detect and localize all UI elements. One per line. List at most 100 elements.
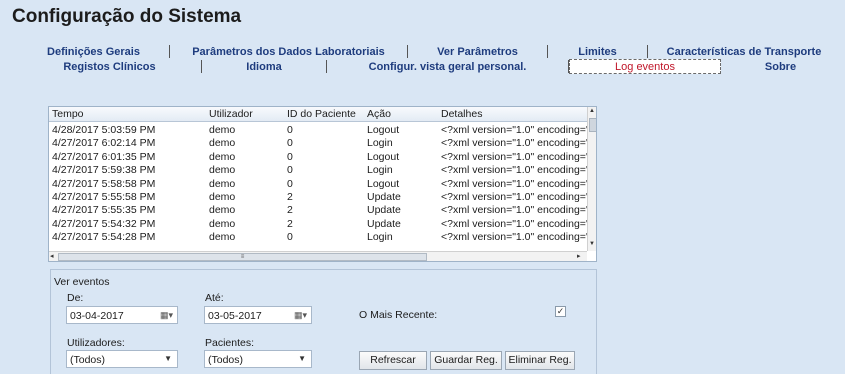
cell-tempo: 4/27/2017 6:02:14 PM bbox=[52, 137, 156, 150]
most-recent-checkbox[interactable]: ✓ bbox=[555, 306, 566, 317]
table-row[interactable]: 4/27/2017 5:55:58 PM demo 2 Update <?xml ver… bbox=[49, 190, 588, 203]
cell-id-paciente: 2 bbox=[287, 217, 293, 230]
cell-detalhes: <?xml version="1.0" encoding=' bbox=[441, 124, 588, 136]
page-title: Configuração do Sistema bbox=[12, 6, 242, 27]
tab-row-2: Registos Clínicos Idioma Configur. vista… bbox=[18, 59, 840, 74]
column-header-id-paciente[interactable]: ID do Paciente bbox=[287, 108, 362, 120]
table-row[interactable]: 4/27/2017 5:59:38 PM demo 0 Login <?xml vers… bbox=[49, 163, 588, 177]
cell-tempo: 4/27/2017 5:58:58 PM bbox=[52, 177, 156, 190]
users-label: Utilizadores: bbox=[67, 337, 125, 349]
patients-label: Pacientes: bbox=[205, 337, 255, 349]
grid-header: Tempo Utilizador ID do Paciente Ação Det… bbox=[49, 107, 587, 122]
cell-acao: Login bbox=[367, 231, 393, 244]
cell-tempo: 4/28/2017 5:03:59 PM bbox=[52, 124, 156, 136]
table-row[interactable]: 4/27/2017 5:58:58 PM demo 0 Logout <?xml ver… bbox=[49, 177, 588, 190]
tab-ver-parametros[interactable]: Ver Parâmetros bbox=[408, 45, 548, 58]
cell-tempo: 4/27/2017 5:54:28 PM bbox=[52, 231, 156, 244]
tab-caracteristicas-transporte[interactable]: Características de Transporte bbox=[648, 45, 840, 58]
cell-detalhes: <?xml version="1.0" encoding=' bbox=[441, 150, 588, 163]
save-log-button[interactable]: Guardar Reg. bbox=[430, 351, 502, 370]
to-label: Até: bbox=[205, 292, 224, 304]
cell-utilizador: demo bbox=[209, 217, 236, 230]
view-events-legend: Ver eventos bbox=[54, 276, 110, 288]
cell-id-paciente: 0 bbox=[287, 150, 293, 163]
tab-idioma[interactable]: Idioma bbox=[202, 60, 327, 73]
scroll-down-icon[interactable]: ▼ bbox=[589, 241, 595, 247]
cell-tempo: 4/27/2017 5:59:38 PM bbox=[52, 164, 156, 177]
horizontal-scroll-thumb[interactable]: ≡ bbox=[58, 253, 427, 261]
cell-utilizador: demo bbox=[209, 231, 236, 244]
patients-select[interactable]: (Todos) ▼ bbox=[204, 350, 312, 368]
patients-select-value: (Todos) bbox=[208, 354, 244, 366]
column-header-detalhes[interactable]: Detalhes bbox=[441, 108, 589, 120]
from-date-value: 03-04-2017 bbox=[70, 310, 124, 322]
tab-parametros-dados-laboratoriais[interactable]: Parâmetros dos Dados Laboratoriais bbox=[170, 45, 408, 58]
table-row[interactable]: 4/28/2017 5:03:59 PM demo 0 Logout <?xml ver… bbox=[49, 123, 588, 136]
cell-id-paciente: 0 bbox=[287, 124, 293, 136]
cell-detalhes: <?xml version="1.0" encoding=' bbox=[441, 137, 588, 150]
cell-acao: Update bbox=[367, 217, 401, 230]
checkmark-icon: ✓ bbox=[556, 306, 565, 316]
cell-acao: Logout bbox=[367, 150, 400, 163]
scroll-right-icon[interactable]: ▸ bbox=[577, 252, 581, 260]
cell-tempo: 4/27/2017 5:54:32 PM bbox=[52, 217, 156, 230]
cell-tempo: 4/27/2017 5:55:58 PM bbox=[52, 191, 156, 203]
from-label: De: bbox=[67, 292, 84, 304]
column-header-utilizador[interactable]: Utilizador bbox=[209, 108, 279, 120]
most-recent-label: O Mais Recente: bbox=[359, 309, 438, 321]
calendar-icon[interactable]: ▦▾ bbox=[160, 310, 173, 321]
from-date-picker[interactable]: 03-04-2017 ▦▾ bbox=[66, 306, 178, 324]
tab-registos-clinicos[interactable]: Registos Clínicos bbox=[18, 60, 202, 73]
event-log-grid[interactable]: Tempo Utilizador ID do Paciente Ação Det… bbox=[48, 106, 597, 262]
cell-detalhes: <?xml version="1.0" encoding=' bbox=[441, 164, 588, 177]
cell-id-paciente: 0 bbox=[287, 177, 293, 190]
table-row[interactable]: 4/27/2017 5:54:28 PM demo 0 Login <?xml vers… bbox=[49, 230, 588, 244]
cell-acao: Login bbox=[367, 164, 393, 177]
cell-acao: Logout bbox=[367, 177, 400, 190]
to-date-picker[interactable]: 03-05-2017 ▦▾ bbox=[204, 306, 312, 324]
cell-utilizador: demo bbox=[209, 177, 236, 190]
users-select[interactable]: (Todos) ▼ bbox=[66, 350, 178, 368]
cell-acao: Logout bbox=[367, 124, 400, 136]
delete-log-button[interactable]: Eliminar Reg. bbox=[505, 351, 575, 370]
chevron-down-icon[interactable]: ▼ bbox=[164, 354, 172, 363]
vertical-scroll-thumb[interactable] bbox=[589, 118, 596, 132]
tab-configur-vista-geral[interactable]: Configur. vista geral personal. bbox=[327, 60, 569, 73]
cell-id-paciente: 2 bbox=[287, 204, 293, 217]
table-row[interactable]: 4/27/2017 6:02:14 PM demo 0 Login <?xml vers… bbox=[49, 136, 588, 150]
column-header-tempo[interactable]: Tempo bbox=[52, 108, 202, 120]
cell-utilizador: demo bbox=[209, 137, 236, 150]
scroll-up-icon[interactable]: ▲ bbox=[589, 108, 595, 114]
cell-detalhes: <?xml version="1.0" encoding=' bbox=[441, 191, 588, 203]
refresh-button[interactable]: Refrescar bbox=[359, 351, 427, 370]
table-row[interactable]: 4/27/2017 5:54:32 PM demo 2 Update <?xml ver… bbox=[49, 217, 588, 230]
cell-utilizador: demo bbox=[209, 164, 236, 177]
cell-tempo: 4/27/2017 6:01:35 PM bbox=[52, 150, 156, 163]
table-row[interactable]: 4/27/2017 5:55:35 PM demo 2 Update <?xml ver… bbox=[49, 203, 588, 217]
scroll-left-icon[interactable]: ◂ bbox=[50, 252, 54, 260]
cell-tempo: 4/27/2017 5:55:35 PM bbox=[52, 204, 156, 217]
calendar-icon[interactable]: ▦▾ bbox=[294, 310, 307, 321]
cell-utilizador: demo bbox=[209, 150, 236, 163]
horizontal-scrollbar[interactable]: ◂ ≡ ▸ bbox=[49, 251, 587, 261]
cell-acao: Update bbox=[367, 204, 401, 217]
tab-definicoes-gerais[interactable]: Definições Gerais bbox=[18, 45, 170, 58]
tab-sobre[interactable]: Sobre bbox=[721, 60, 840, 73]
tab-log-eventos[interactable]: Log eventos bbox=[569, 59, 721, 74]
column-header-acao[interactable]: Ação bbox=[367, 108, 437, 120]
users-select-value: (Todos) bbox=[70, 354, 106, 366]
cell-detalhes: <?xml version="1.0" encoding=' bbox=[441, 217, 588, 230]
cell-acao: Update bbox=[367, 191, 401, 203]
to-date-value: 03-05-2017 bbox=[208, 310, 262, 322]
cell-id-paciente: 0 bbox=[287, 137, 293, 150]
cell-detalhes: <?xml version="1.0" encoding=' bbox=[441, 231, 588, 244]
cell-id-paciente: 0 bbox=[287, 164, 293, 177]
cell-detalhes: <?xml version="1.0" encoding=' bbox=[441, 177, 588, 190]
cell-utilizador: demo bbox=[209, 124, 236, 136]
tab-limites[interactable]: Limites bbox=[548, 45, 648, 58]
vertical-scrollbar[interactable]: ▲ ▼ bbox=[587, 107, 596, 251]
chevron-down-icon[interactable]: ▼ bbox=[298, 354, 306, 363]
cell-id-paciente: 2 bbox=[287, 191, 293, 203]
cell-detalhes: <?xml version="1.0" encoding=' bbox=[441, 204, 588, 217]
table-row[interactable]: 4/27/2017 6:01:35 PM demo 0 Logout <?xml ver… bbox=[49, 150, 588, 163]
